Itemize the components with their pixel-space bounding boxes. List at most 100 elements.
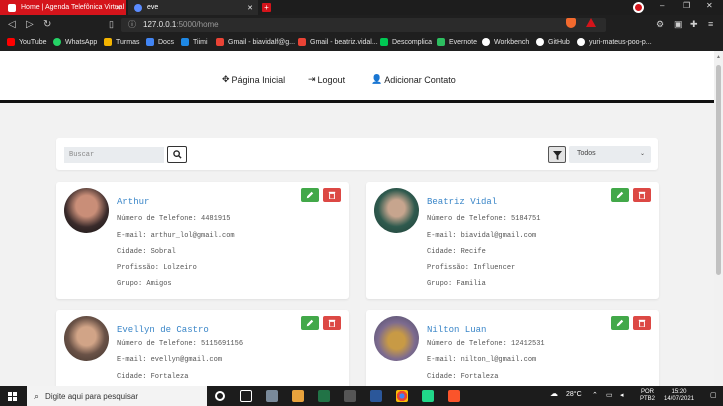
browser-tab-bar: Home | Agenda Telefônica Virtual ✕ eve ✕… xyxy=(0,0,723,15)
tab-home[interactable]: Home | Agenda Telefônica Virtual ✕ xyxy=(0,0,126,15)
bookmark-turmas[interactable]: Turmas xyxy=(104,38,139,46)
notifications-icon[interactable]: ▢ xyxy=(710,391,717,399)
brave-shield-icon[interactable] xyxy=(566,18,576,28)
edit-contact-button[interactable] xyxy=(301,188,319,202)
bookmark-youtube[interactable]: YouTube xyxy=(7,38,47,46)
file-explorer-icon[interactable] xyxy=(292,390,304,402)
reload-icon[interactable]: ↻ xyxy=(43,19,51,30)
filter-icon xyxy=(553,151,562,160)
nav-logout-link[interactable]: ⇥ Logout xyxy=(308,74,345,85)
bookmark-gmail-1[interactable]: Gmail - biavidalf@g... xyxy=(216,38,295,46)
chevron-up-icon[interactable]: ⌃ xyxy=(592,391,598,399)
extension-icon[interactable]: ⚙ xyxy=(656,19,664,30)
app-icon[interactable] xyxy=(344,390,356,402)
contact-phone: Número de Telefone: 12412531 xyxy=(427,340,545,348)
pencil-icon xyxy=(616,191,624,199)
avatar xyxy=(64,316,109,361)
back-icon[interactable]: ◁ xyxy=(8,19,16,30)
user-icon: 👤 xyxy=(371,74,383,84)
search-button[interactable] xyxy=(167,146,187,163)
clock[interactable]: 15:20 14/07/2021 xyxy=(664,389,694,403)
workbench-icon xyxy=(482,38,490,46)
forward-icon[interactable]: ▷ xyxy=(26,19,34,30)
whatsapp-icon xyxy=(53,38,61,46)
descomplica-icon xyxy=(380,38,388,46)
weather-temp[interactable]: 28°C xyxy=(566,391,582,398)
address-bar[interactable]: ⓘ 127.0.0.1:5000/home xyxy=(121,18,606,32)
record-icon[interactable] xyxy=(633,2,644,13)
bookmark-docs[interactable]: Docs xyxy=(146,38,174,46)
restore-icon[interactable]: ❐ xyxy=(683,1,690,10)
bookmark-github-repo[interactable]: yuri-mateus-poo-p... xyxy=(577,38,652,46)
excel-icon[interactable] xyxy=(318,390,330,402)
taskbar-search[interactable]: ⌕ Digite aqui para pesquisar xyxy=(27,386,207,406)
bookmark-github[interactable]: GitHub xyxy=(536,38,570,46)
word-icon[interactable] xyxy=(370,390,382,402)
page-scrollbar[interactable]: ▲ xyxy=(714,51,723,386)
contact-city: Cidade: Fortaleza xyxy=(117,373,189,381)
bookmark-descomplica[interactable]: Descomplica xyxy=(380,38,432,46)
delete-contact-button[interactable] xyxy=(633,316,651,330)
volume-icon[interactable]: ◂ xyxy=(620,391,624,399)
nav-add-contact-link[interactable]: 👤 Adicionar Contato xyxy=(371,74,456,85)
search-input[interactable] xyxy=(64,147,164,163)
contact-email: E-mail: arthur_lol@gmail.com xyxy=(117,232,235,240)
brave-rewards-icon[interactable] xyxy=(586,18,596,27)
group-select[interactable]: Todos ⌄ xyxy=(569,146,651,163)
delete-contact-button[interactable] xyxy=(323,188,341,202)
bookmark-workbench[interactable]: Workbench xyxy=(482,38,529,46)
filter-button[interactable] xyxy=(548,146,566,163)
tiimi-icon xyxy=(181,38,189,46)
bookmark-whatsapp[interactable]: WhatsApp xyxy=(53,38,97,46)
weather-icon[interactable]: ☁ xyxy=(550,389,558,398)
tab-eve[interactable]: eve ✕ xyxy=(128,0,258,15)
site-info-icon[interactable]: ⓘ xyxy=(128,19,136,30)
windows-start-icon[interactable] xyxy=(8,392,17,401)
filter-panel: Todos ⌄ xyxy=(56,138,658,170)
task-view-icon[interactable] xyxy=(240,390,252,402)
scrollbar-thumb[interactable] xyxy=(716,65,721,275)
gmail-icon xyxy=(298,38,306,46)
translate-icon[interactable]: ▣ xyxy=(674,19,683,30)
close-tab-icon[interactable]: ✕ xyxy=(115,4,121,12)
delete-contact-button[interactable] xyxy=(633,188,651,202)
pycharm-icon[interactable] xyxy=(422,390,434,402)
close-window-icon[interactable]: ✕ xyxy=(706,1,713,10)
menu-icon[interactable]: ≡ xyxy=(708,19,713,29)
bookmark-icon[interactable]: ▯ xyxy=(109,19,114,30)
app-icon[interactable] xyxy=(266,390,278,402)
contact-card: Nilton Luan Número de Telefone: 12412531… xyxy=(366,310,659,386)
puzzle-icon[interactable]: ✚ xyxy=(690,19,698,30)
new-tab-button[interactable]: + xyxy=(262,3,271,12)
nav-add-contact-label: Adicionar Contato xyxy=(384,74,456,85)
avatar xyxy=(64,188,109,233)
contact-city: Cidade: Fortaleza xyxy=(427,373,499,381)
language-indicator[interactable]: POR PTB2 xyxy=(640,389,655,403)
chrome-icon[interactable] xyxy=(396,390,408,402)
brave-icon[interactable] xyxy=(448,390,460,402)
edit-contact-button[interactable] xyxy=(611,188,629,202)
avatar xyxy=(374,188,419,233)
close-tab-icon[interactable]: ✕ xyxy=(247,4,253,12)
nav-home-label: Página Inicial xyxy=(231,74,286,85)
url-text: 127.0.0.1:5000/home xyxy=(143,20,219,29)
logout-icon: ⇥ xyxy=(308,74,316,84)
delete-contact-button[interactable] xyxy=(323,316,341,330)
youtube-icon xyxy=(7,38,15,46)
contact-card: Beatriz Vidal Número de Telefone: 518475… xyxy=(366,182,659,299)
edit-contact-button[interactable] xyxy=(301,316,319,330)
edit-contact-button[interactable] xyxy=(611,316,629,330)
nav-home-link[interactable]: ✥ Página Inicial xyxy=(222,74,285,85)
page-content: ✥ Página Inicial ⇥ Logout 👤 Adicionar Co… xyxy=(0,51,714,386)
bookmark-evernote[interactable]: Evernote xyxy=(437,38,477,46)
network-icon[interactable]: ▭ xyxy=(606,391,613,399)
bookmark-gmail-2[interactable]: Gmail - beatriz.vidal... xyxy=(298,38,378,46)
contact-name: Nilton Luan xyxy=(427,325,487,335)
cortana-icon[interactable] xyxy=(215,391,225,401)
trash-icon xyxy=(638,319,646,327)
contact-profession: Profissão: Influencer xyxy=(427,264,516,272)
bookmark-tiimi[interactable]: Tiimi xyxy=(181,38,208,46)
minimize-icon[interactable]: – xyxy=(660,1,664,10)
windows-taskbar: ⌕ Digite aqui para pesquisar ☁ 28°C ⌃ ▭ … xyxy=(0,386,723,406)
scroll-up-icon[interactable]: ▲ xyxy=(716,54,721,60)
